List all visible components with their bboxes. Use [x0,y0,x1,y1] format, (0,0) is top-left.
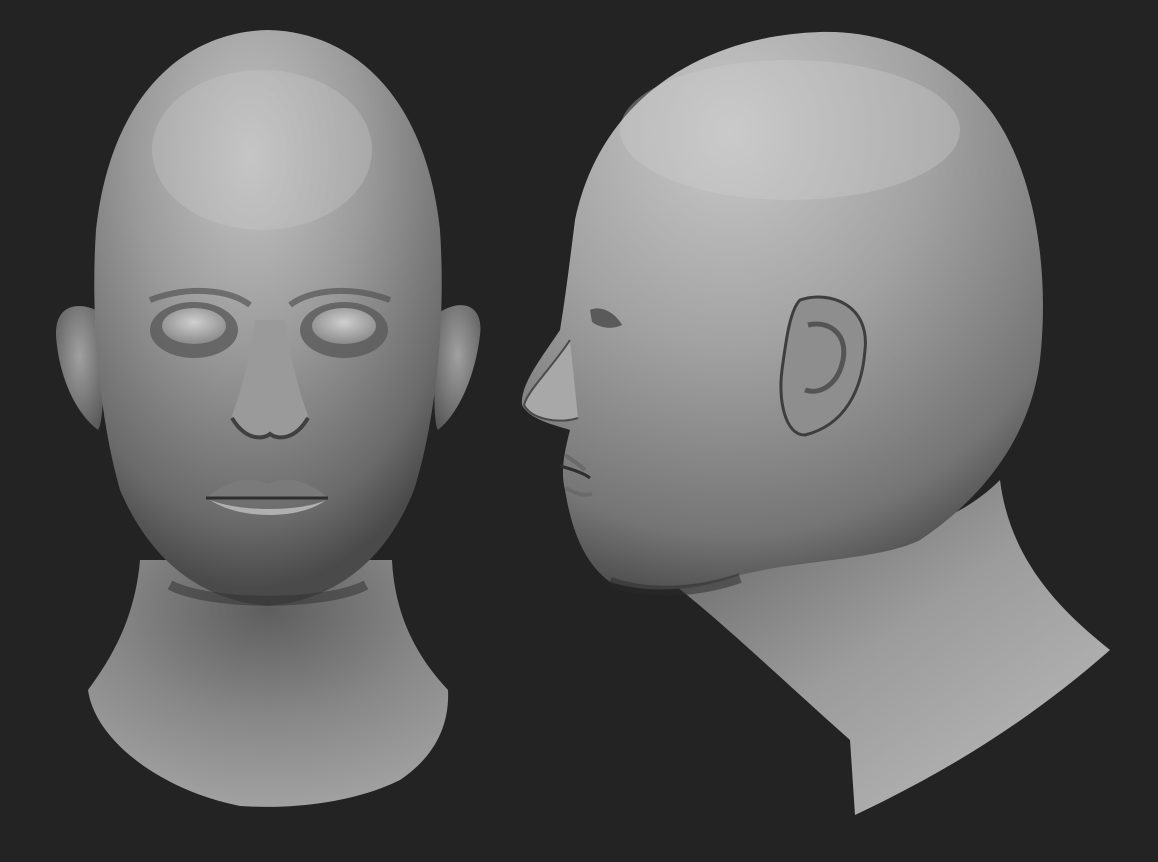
side-cranium-highlight [620,60,960,200]
front-right-eyeball [312,308,376,344]
sculpt-render-svg [55,30,1110,815]
front-forehead-highlight [152,70,372,230]
side-view-head [521,31,1110,815]
front-right-ear [434,305,481,430]
front-left-eyeball [162,308,226,344]
front-view-head [55,30,481,807]
sculpt-render-canvas [0,0,1158,862]
